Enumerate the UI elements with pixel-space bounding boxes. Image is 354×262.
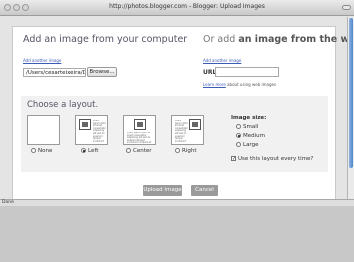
image-placeholder-icon [79, 119, 91, 130]
radio-icon[interactable] [236, 124, 241, 129]
checkbox-checked-icon[interactable]: ✓ [231, 156, 236, 162]
radio-icon[interactable] [175, 148, 180, 153]
web-heading-bold: an image from the web [238, 34, 354, 45]
radio-icon[interactable] [31, 148, 36, 153]
layout-option-center[interactable]: Center [126, 148, 152, 154]
web-heading: Or add an image from the web [203, 34, 354, 45]
web-heading-prefix: Or add [203, 34, 236, 45]
remember-layout-checkbox[interactable]: ✓ Use this layout every time? [231, 156, 313, 162]
learn-more-link[interactable]: Learn more [203, 82, 226, 87]
layout-option-left[interactable]: Left [81, 148, 98, 154]
cancel-button[interactable]: Cancel [191, 185, 218, 196]
sample-text: lorem ipsum dolor sit amet consectetur a… [127, 132, 152, 143]
status-bar: Done [0, 199, 354, 206]
computer-heading: Add an image from your computer [23, 34, 188, 45]
layout-left-preview[interactable]: lorem ipsum dolor sit amet consectetur a… [75, 115, 108, 145]
upload-image-button[interactable]: Upload Image [143, 185, 182, 196]
layout-right-preview[interactable]: lorem ipsum dolor sit amet consectetur a… [171, 115, 204, 145]
size-option-medium[interactable]: Medium [236, 133, 266, 139]
image-placeholder-icon [189, 119, 201, 130]
layout-option-right[interactable]: Right [175, 148, 196, 154]
zoom-window-icon[interactable] [22, 4, 29, 11]
browse-button[interactable]: Browse... [87, 67, 117, 77]
radio-selected-icon[interactable] [81, 148, 86, 153]
image-size-panel: Image size: Small Medium Large [231, 115, 266, 148]
size-option-large[interactable]: Large [236, 142, 266, 148]
learn-more-text: about using web images [227, 82, 277, 87]
learn-more-line: Learn more about using web images [203, 82, 276, 87]
radio-icon[interactable] [236, 142, 241, 147]
file-path-input[interactable]: /Users/cesarteixeira/Docu [23, 68, 86, 77]
image-placeholder-icon [134, 119, 146, 130]
size-option-small[interactable]: Small [236, 124, 266, 130]
url-input[interactable] [215, 67, 279, 77]
layout-none-preview[interactable] [27, 115, 60, 145]
sample-text: lorem ipsum dolor sit amet consectetur a… [93, 120, 106, 142]
scrollbar-thumb[interactable] [349, 18, 353, 168]
upload-panel: Add an image from your computer Or add a… [12, 26, 354, 200]
minimize-window-icon[interactable] [13, 4, 20, 11]
radio-selected-icon[interactable] [236, 133, 241, 138]
title-bar: http://photos.blogger.com - Blogger: Upl… [0, 0, 354, 16]
window-title: http://photos.blogger.com - Blogger: Upl… [109, 3, 265, 10]
radio-icon[interactable] [126, 148, 131, 153]
add-another-image-link-left[interactable]: Add another image [23, 58, 61, 63]
close-window-icon[interactable] [4, 4, 11, 11]
toolbar-toggle-icon[interactable] [342, 5, 351, 10]
image-size-heading: Image size: [231, 115, 267, 121]
sample-text: lorem ipsum dolor sit amet consectetur a… [175, 120, 188, 142]
page-content: Add an image from your computer Or add a… [0, 17, 354, 200]
layout-heading: Choose a layout. [27, 100, 99, 110]
add-another-image-link-right[interactable]: Add another image [203, 58, 241, 63]
vertical-scrollbar[interactable] [347, 17, 354, 199]
layout-option-none[interactable]: None [31, 148, 52, 154]
layout-center-preview[interactable]: lorem ipsum dolor sit amet consectetur a… [123, 115, 156, 145]
layout-section: Choose a layout. lorem ipsum dolor sit a… [21, 96, 328, 172]
browser-window: http://photos.blogger.com - Blogger: Upl… [0, 0, 354, 206]
